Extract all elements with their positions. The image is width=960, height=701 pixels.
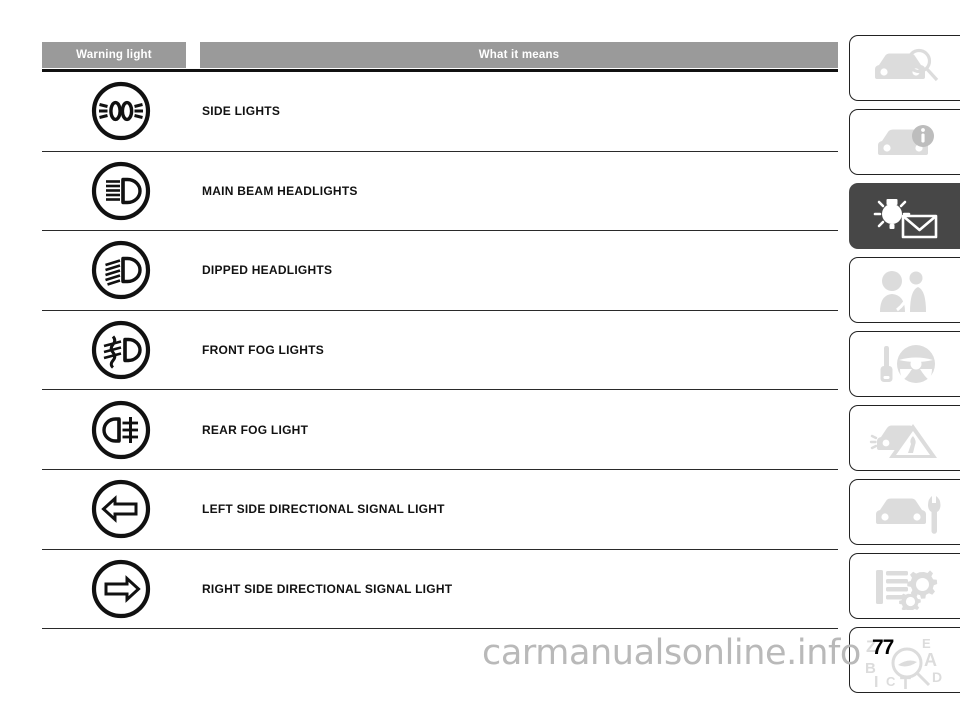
table-row: MAIN BEAM HEADLIGHTS [42, 152, 838, 232]
index-letter-d: D [932, 669, 942, 685]
sidebar-tab-technical-specifications[interactable] [849, 553, 960, 619]
alphabetical-index-icon: Z E B A I C T D [850, 628, 960, 692]
table-row: SIDE LIGHTS [42, 72, 838, 152]
table-row: LEFT SIDE DIRECTIONAL SIGNAL LIGHT [42, 470, 838, 550]
car-magnifier-icon [850, 36, 960, 100]
column-header-what-it-means: What it means [200, 42, 838, 68]
sidebar-tab-starting-and-driving[interactable] [849, 331, 960, 397]
sidebar-tab-getting-to-know-the-car[interactable] [849, 35, 960, 101]
table-row: DIPPED HEADLIGHTS [42, 231, 838, 311]
warning-light-meaning: MAIN BEAM HEADLIGHTS [202, 183, 358, 198]
index-letter-i: I [874, 674, 878, 689]
warning-light-meaning: REAR FOG LIGHT [202, 422, 309, 437]
warning-light-icon-cell [42, 558, 200, 620]
warning-light-icon-cell [42, 160, 200, 222]
emergency-triangle-icon [850, 406, 960, 470]
warning-light-mail-icon [850, 184, 960, 248]
car-wrench-icon [850, 480, 960, 544]
steering-wheel-key-icon [850, 332, 960, 396]
index-letter-a: A [924, 650, 937, 670]
warning-light-icon-cell [42, 399, 200, 461]
warning-light-meaning: LEFT SIDE DIRECTIONAL SIGNAL LIGHT [202, 502, 445, 517]
side-lights-icon [91, 82, 151, 141]
sidebar-tab-warning-lights-and-messages[interactable] [849, 183, 960, 249]
warning-light-meaning: SIDE LIGHTS [202, 104, 281, 119]
right-turn-signal-icon [91, 559, 151, 618]
column-header-warning-light: Warning light [42, 42, 186, 68]
warning-light-icon-cell [42, 478, 200, 540]
sidebar-tab-in-an-emergency[interactable] [849, 405, 960, 471]
warning-light-icon-cell [42, 239, 200, 301]
airbag-seatbelt-icon [850, 258, 960, 322]
site-watermark: carmanualsonline.info [482, 633, 861, 673]
section-tab-rail: Z E B A I C T D [849, 35, 960, 701]
table-header: Warning light What it means [42, 42, 838, 68]
warning-light-meaning: RIGHT SIDE DIRECTIONAL SIGNAL LIGHT [202, 581, 453, 596]
warning-light-icon-cell [42, 80, 200, 142]
table-row: FRONT FOG LIGHTS [42, 311, 838, 391]
sidebar-tab-service-and-maintenance[interactable] [849, 479, 960, 545]
index-letter-e: E [922, 636, 931, 651]
warning-light-icon-cell [42, 319, 200, 381]
table-row: RIGHT SIDE DIRECTIONAL SIGNAL LIGHT [42, 550, 838, 630]
sidebar-tab-alphabetical-index[interactable]: Z E B A I C T D [849, 627, 960, 693]
warning-light-meaning: FRONT FOG LIGHTS [202, 343, 324, 358]
rear-fog-light-icon [91, 400, 151, 459]
dipped-headlights-icon [91, 241, 151, 300]
specs-gears-icon [850, 554, 960, 618]
main-beam-headlights-icon [91, 161, 151, 220]
warning-lights-table: SIDE LIGHTS MAIN BEAM HEADLIGHTS DIPPED … [42, 72, 838, 630]
car-info-icon [850, 110, 960, 174]
sidebar-tab-dashboard-and-controls[interactable] [849, 109, 960, 175]
manual-page: Warning light What it means SIDE LIGHTS … [0, 0, 960, 693]
front-fog-lights-icon [91, 320, 151, 380]
sidebar-tab-safety[interactable] [849, 257, 960, 323]
warning-light-meaning: DIPPED HEADLIGHTS [202, 263, 333, 278]
table-row: REAR FOG LIGHT [42, 390, 838, 470]
page-number: 77 [872, 636, 894, 659]
left-turn-signal-icon [91, 480, 151, 539]
index-letter-c: C [886, 674, 896, 689]
